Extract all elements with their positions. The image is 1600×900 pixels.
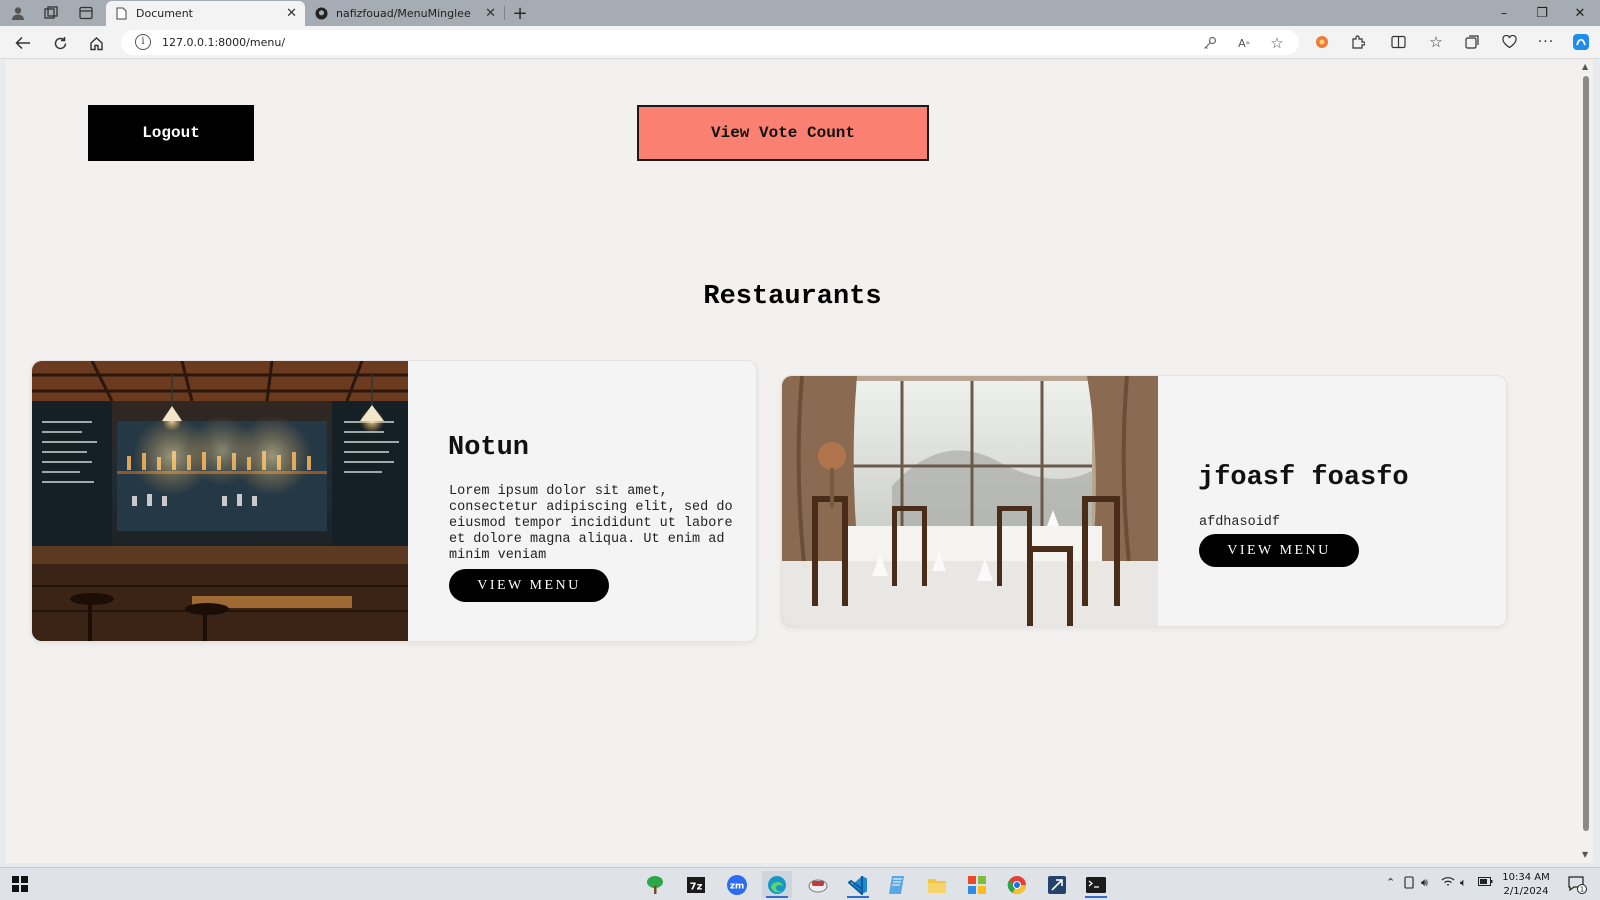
notification-icon[interactable]: 1 (1567, 874, 1587, 897)
url-text[interactable]: 127.0.0.1:8000/menu/ (162, 36, 285, 49)
battery-icon[interactable] (1478, 876, 1493, 889)
clock-date: 2/1/2024 (1503, 886, 1549, 897)
windows-start-icon[interactable] (12, 876, 28, 896)
key-icon[interactable] (1200, 33, 1220, 53)
restaurant-name: Notun (448, 433, 530, 463)
close-tab-icon[interactable]: ✕ (485, 6, 496, 21)
profile-icon[interactable] (8, 3, 28, 23)
browser-tab-strip: Document ✕ nafizfouad/MenuMinglee ✕ + – … (0, 0, 1600, 26)
notification-count: 1 (1580, 886, 1584, 894)
restaurant-card: jfoasf foasfo afdhasoidf VIEW MENU (781, 375, 1507, 627)
close-tab-icon[interactable]: ✕ (286, 6, 297, 21)
vscode-icon[interactable] (843, 871, 873, 898)
favorites-icon[interactable]: ☆ (1425, 31, 1447, 53)
scrollbar-thumb[interactable] (1583, 76, 1589, 831)
tab-title: Document (136, 7, 193, 20)
restaurant-photo-bar (32, 361, 408, 641)
tab-title: nafizfouad/MenuMinglee (336, 7, 471, 20)
document-icon (114, 7, 128, 21)
system-clock[interactable]: 10:34 AM 2/1/2024 (1497, 871, 1555, 899)
view-vote-count-button[interactable]: View Vote Count (637, 105, 929, 161)
window-close-icon[interactable]: ✕ (1567, 3, 1593, 23)
refresh-icon[interactable] (49, 32, 71, 54)
tray-device-icon[interactable] (1404, 876, 1414, 892)
workspaces-icon[interactable] (41, 3, 61, 23)
scroll-down-icon[interactable]: ▼ (1582, 850, 1588, 859)
restaurant-name: jfoasf foasfo (1198, 463, 1409, 493)
weather-app-icon[interactable] (803, 871, 833, 898)
address-bar[interactable]: i 127.0.0.1:8000/menu/ A» ☆ (121, 30, 1299, 55)
github-icon (314, 7, 328, 21)
split-screen-icon[interactable] (1387, 31, 1409, 53)
file-explorer-icon[interactable] (922, 871, 952, 898)
taskbar: 7z zm ⌃ 🔊︎ 🔈︎ 10:34 AM 2/1/2024 1 (0, 867, 1600, 900)
favorite-star-icon[interactable]: ☆ (1267, 33, 1287, 53)
extensions-puzzle-icon[interactable] (1347, 31, 1369, 53)
copilot-icon[interactable] (1570, 31, 1592, 53)
notepad-icon[interactable] (882, 871, 912, 898)
tray-chevron-icon[interactable]: ⌃ (1386, 876, 1395, 889)
page-scrollbar[interactable]: ▲ ▼ (1579, 60, 1593, 863)
site-info-icon[interactable]: i (135, 34, 151, 50)
extension-icon[interactable] (1311, 31, 1333, 53)
zoom-icon[interactable]: zm (722, 871, 752, 898)
browser-toolbar: i 127.0.0.1:8000/menu/ A» ☆ ☆ ··· (0, 26, 1600, 59)
tab-divider (504, 6, 505, 20)
speaker-icon[interactable]: 🔈︎ (1460, 876, 1467, 890)
restaurant-card: Notun Lorem ipsum dolor sit amet, consec… (31, 360, 757, 642)
tree-app-icon[interactable] (640, 871, 670, 898)
blender-icon[interactable] (1042, 871, 1072, 898)
page-viewport: Logout View Vote Count Restaurants Notun… (6, 60, 1579, 863)
more-menu-icon[interactable]: ··· (1535, 31, 1557, 53)
home-icon[interactable] (85, 32, 107, 54)
zoom-label: zm (730, 881, 745, 891)
wifi-icon[interactable] (1441, 876, 1455, 890)
tab-github[interactable]: nafizfouad/MenuMinglee ✕ (306, 1, 504, 26)
restaurant-photo-dining (782, 376, 1158, 626)
clock-time: 10:34 AM (1502, 872, 1550, 883)
volume-icon[interactable]: 🔊︎ (1421, 876, 1428, 890)
scroll-up-icon[interactable]: ▲ (1582, 62, 1588, 71)
back-icon[interactable] (12, 32, 34, 54)
read-aloud-icon[interactable]: A» (1234, 33, 1254, 53)
collections-icon[interactable] (1461, 31, 1483, 53)
7zip-label: 7z (690, 881, 703, 892)
view-menu-button[interactable]: VIEW MENU (1199, 534, 1359, 567)
logout-button[interactable]: Logout (88, 105, 254, 161)
minimize-icon[interactable]: – (1491, 3, 1517, 23)
terminal-icon[interactable] (1081, 871, 1111, 898)
edge-icon[interactable] (762, 871, 792, 898)
section-title: Restaurants (703, 282, 882, 312)
vertical-tabs-icon[interactable] (76, 3, 96, 23)
tab-document[interactable]: Document ✕ (106, 1, 305, 26)
office-icon[interactable] (962, 871, 992, 898)
restaurant-description: afdhasoidf (1199, 515, 1281, 530)
restore-icon[interactable]: ❐ (1529, 3, 1555, 23)
restaurant-description: Lorem ipsum dolor sit amet, consectetur … (449, 484, 733, 563)
view-menu-button[interactable]: VIEW MENU (449, 569, 609, 602)
7zip-icon[interactable]: 7z (681, 871, 711, 898)
browser-essentials-icon[interactable] (1498, 31, 1520, 53)
new-tab-icon[interactable]: + (510, 3, 530, 24)
chrome-icon[interactable] (1002, 871, 1032, 898)
